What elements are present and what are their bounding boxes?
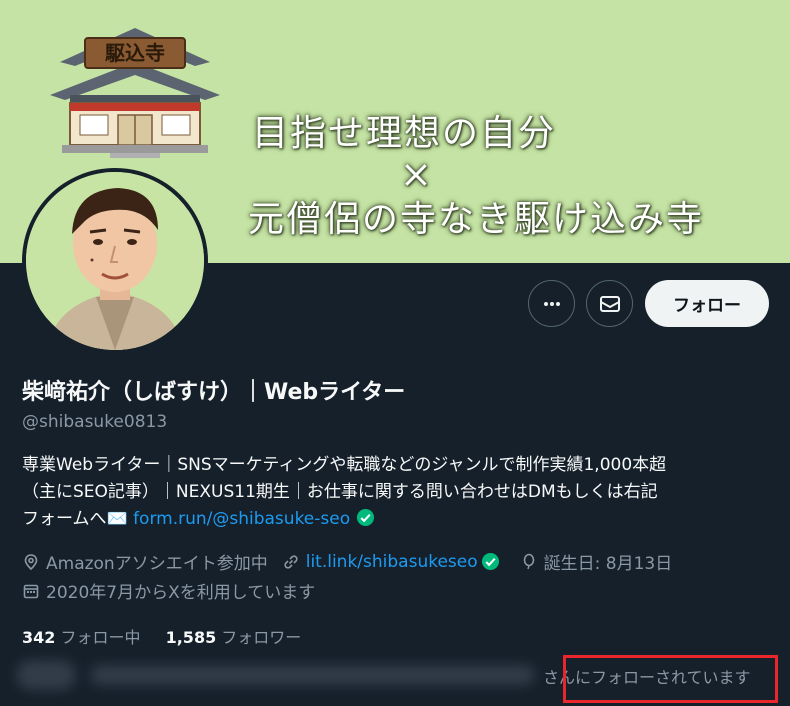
- temple-sign-text: 駆込寺: [105, 41, 165, 65]
- balloon-icon: [523, 553, 534, 569]
- highlight-box: [563, 655, 778, 703]
- bio-line: 専業Webライター｜SNSマーケティングや転職などのジャンルで制作実績1,000…: [22, 455, 667, 475]
- bio-line: フォームへ✉️ form.run/@shibasuke-seo: [22, 506, 772, 533]
- verified-check-icon: [356, 508, 374, 527]
- banner-text-line2: 元僧侶の寺なき駆け込み寺: [248, 199, 705, 240]
- message-button[interactable]: [586, 280, 633, 327]
- following-label: フォロー中: [55, 628, 141, 647]
- website-link[interactable]: lit.link/shibasukeseo: [306, 552, 478, 572]
- avatar-illustration: [26, 172, 204, 350]
- blurred-names: [90, 665, 535, 685]
- banner-text-line1: 目指せ理想の自分: [252, 113, 557, 154]
- follow-button[interactable]: フォロー: [645, 280, 769, 327]
- follow-stats: 342 フォロー中 1,585 フォロワー: [22, 624, 321, 648]
- more-icon: [543, 301, 560, 306]
- profile-meta-row: 2020年7月からXを利用しています: [22, 578, 329, 603]
- category-item: Amazonアソシエイト参加中: [22, 549, 268, 574]
- following-count: 342: [22, 628, 56, 647]
- link-icon: [284, 554, 298, 569]
- profile-bio: 専業Webライター｜SNSマーケティングや転職などのジャンルで制作実績1,000…: [22, 452, 772, 533]
- followers-stat[interactable]: 1,585 フォロワー: [166, 628, 302, 647]
- verified-check-icon: [481, 552, 499, 571]
- more-button[interactable]: [528, 280, 575, 327]
- envelope-icon: [599, 295, 620, 312]
- blurred-avatars: [16, 660, 76, 690]
- joined-item: 2020年7月からXを利用しています: [22, 578, 315, 603]
- birthday-text: 誕生日: 8月13日: [543, 554, 673, 574]
- calendar-icon: [23, 584, 39, 598]
- location-pin-icon: [24, 553, 38, 570]
- profile-handle: @shibasuke0813: [22, 412, 168, 432]
- bio-line: （主にSEO記事）｜NEXUS11期生｜お仕事に関する問い合わせはDMもしくは右…: [22, 482, 658, 502]
- website-item[interactable]: lit.link/shibasukeseo: [282, 552, 506, 572]
- profile-meta-row: Amazonアソシエイト参加中 lit.link/shibasukeseo 誕生…: [22, 549, 686, 574]
- followers-count: 1,585: [165, 628, 217, 647]
- birthday-item: 誕生日: 8月13日: [520, 549, 673, 574]
- joined-text: 2020年7月からXを利用しています: [46, 583, 316, 603]
- bio-link[interactable]: form.run/@shibasuke-seo: [133, 509, 350, 529]
- bio-text: フォームへ✉️: [22, 509, 134, 529]
- following-stat[interactable]: 342 フォロー中: [22, 628, 141, 647]
- avatar[interactable]: [22, 168, 208, 354]
- temple-illustration: 駆込寺: [50, 28, 220, 158]
- followers-label: フォロワー: [216, 628, 302, 647]
- category-text: Amazonアソシエイト参加中: [46, 554, 268, 574]
- profile-name: 柴﨑祐介（しばすけ）｜Webライター: [22, 380, 406, 405]
